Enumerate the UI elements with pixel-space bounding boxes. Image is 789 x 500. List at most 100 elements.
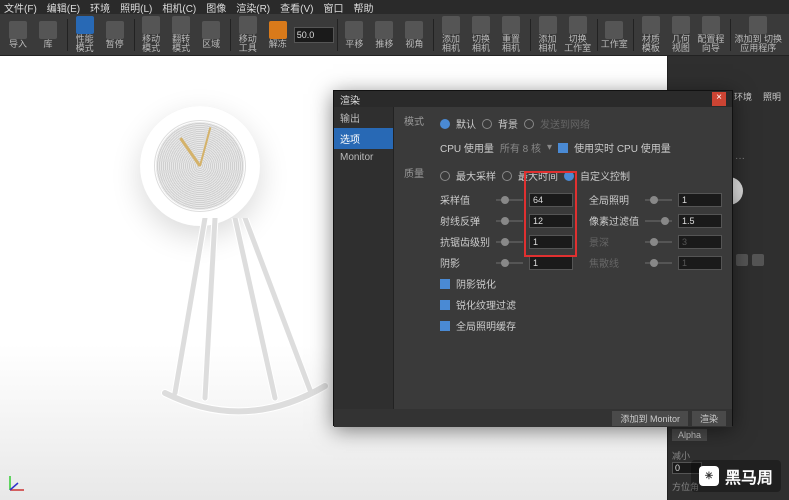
watermark-text: 黑马周 <box>725 464 773 488</box>
radio-max-sample-label: 最大采样 <box>456 168 496 183</box>
menu-image[interactable]: 图像 <box>206 0 226 15</box>
clock-model <box>140 106 260 226</box>
rb-label: 射线反弹 <box>440 213 490 228</box>
tool-geom-view[interactable]: 几何 视图 <box>667 15 695 55</box>
hdri-btn-5[interactable] <box>736 254 748 266</box>
render-dialog: 渲染 × 输出 选项 Monitor 模式 默认 背景 发送到网络 CPU 使用… <box>333 90 733 426</box>
cpu-cores-label: 所有 8 核 <box>500 140 541 155</box>
hdri-btn-6[interactable] <box>752 254 764 266</box>
cb-gi-cache-label: 全局照明缓存 <box>456 318 516 333</box>
shadow-input[interactable] <box>529 256 573 270</box>
radio-custom-label: 自定义控制 <box>580 168 630 183</box>
caustics-label: 焦散线 <box>589 255 639 270</box>
menu-render[interactable]: 渲染(R) <box>236 0 270 15</box>
tool-dolly[interactable]: 推移 <box>370 15 398 55</box>
radio-default[interactable] <box>440 119 450 129</box>
tool-config-wizard[interactable]: 配置程 向导 <box>697 15 725 55</box>
gi-slider[interactable] <box>645 199 672 201</box>
tool-add-camera[interactable]: 添加 相机 <box>437 15 465 55</box>
dialog-titlebar[interactable]: 渲染 × <box>334 91 732 107</box>
ao-slider[interactable] <box>496 241 523 243</box>
tool-reset-camera[interactable]: 重置 相机 <box>497 15 525 55</box>
menu-light[interactable]: 照明(L) <box>120 0 152 15</box>
dof-input[interactable] <box>678 235 722 249</box>
dlg-tab-monitor[interactable]: Monitor <box>334 149 393 166</box>
wechat-icon: ✳ <box>699 466 719 486</box>
mode-label: 模式 <box>404 113 434 128</box>
dlg-tab-output[interactable]: 输出 <box>334 107 393 128</box>
ps-slider[interactable] <box>645 220 672 222</box>
tool-flip-mode[interactable]: 翻转 模式 <box>167 15 195 55</box>
add-to-monitor-button[interactable]: 添加到 Monitor <box>612 411 688 426</box>
tool-add-app[interactable]: 添加到 切换应用程序 <box>734 15 783 55</box>
rtab2-light[interactable]: 照明 <box>763 90 781 103</box>
tool-import[interactable]: 导入 <box>4 15 32 55</box>
tool-add-camera2[interactable]: 添加 相机 <box>534 15 562 55</box>
sample-slider[interactable] <box>496 199 523 201</box>
axis-gizmo[interactable] <box>6 472 28 494</box>
focal-spinner[interactable] <box>294 27 334 43</box>
tool-pan[interactable]: 平移 <box>340 15 368 55</box>
gi-input[interactable] <box>678 193 722 207</box>
caustics-slider[interactable] <box>645 262 672 264</box>
tool-switch-camera[interactable]: 切换 相机 <box>467 15 495 55</box>
menu-window[interactable]: 窗口 <box>323 0 343 15</box>
main-toolbar: 导入 库 性能 模式 暂停 移动 模式 翻转 模式 区域 移动 工具 解冻 平移… <box>0 14 789 56</box>
radio-send-label: 发送到网络 <box>540 116 590 131</box>
tool-studio[interactable]: 工作室 <box>600 15 628 55</box>
cb-shadow-sharp[interactable] <box>440 279 450 289</box>
cb-realtime-cpu[interactable] <box>558 143 568 153</box>
gi-label: 全局照明 <box>589 192 639 207</box>
cb-realtime-label: 使用实时 CPU 使用量 <box>574 140 671 155</box>
ps-label: 像素过滤值 <box>589 213 639 228</box>
sample-label: 采样值 <box>440 192 490 207</box>
quality-label: 质量 <box>404 165 434 180</box>
tool-library[interactable]: 库 <box>34 15 62 55</box>
radio-bg-label: 背景 <box>498 116 518 131</box>
tool-unfreeze[interactable]: 解冻 <box>264 15 292 55</box>
radio-background[interactable] <box>482 119 492 129</box>
ps-input[interactable] <box>678 214 722 228</box>
tool-move-mode[interactable]: 移动 模式 <box>137 15 165 55</box>
tool-move[interactable]: 移动 工具 <box>234 15 262 55</box>
dialog-sidebar: 输出 选项 Monitor <box>334 107 394 409</box>
dlg-tab-options[interactable]: 选项 <box>334 128 393 149</box>
radio-max-time[interactable] <box>502 171 512 181</box>
highlight-box <box>524 171 577 257</box>
tool-perspective[interactable]: 视角 <box>400 15 428 55</box>
menu-help[interactable]: 帮助 <box>353 0 373 15</box>
menu-camera[interactable]: 相机(C) <box>162 0 196 15</box>
tool-mat-template[interactable]: 材质 模板 <box>637 15 665 55</box>
menu-env[interactable]: 环境 <box>90 0 110 15</box>
rtab2-env[interactable]: 环境 <box>734 90 752 103</box>
cb-texture-filter-label: 锐化纹理过滤 <box>456 297 516 312</box>
tool-region[interactable]: 区域 <box>197 15 225 55</box>
menu-view[interactable]: 查看(V) <box>280 0 313 15</box>
tool-pause[interactable]: 性能 模式 <box>71 15 99 55</box>
dof-label: 景深 <box>589 234 639 249</box>
ao-label: 抗锯齿级别 <box>440 234 490 249</box>
dialog-footer: 添加到 Monitor 渲染 <box>334 409 732 427</box>
caustics-input[interactable] <box>678 256 722 270</box>
alpha-button[interactable]: Alpha <box>672 429 707 441</box>
cb-gi-cache[interactable] <box>440 321 450 331</box>
tool-switch-studio[interactable]: 切换 工作室 <box>564 15 592 55</box>
radio-default-label: 默认 <box>456 116 476 131</box>
render-button[interactable]: 渲染 <box>692 411 726 426</box>
cb-texture-filter[interactable] <box>440 300 450 310</box>
radio-send[interactable] <box>524 119 534 129</box>
shadow-label: 阴影 <box>440 255 490 270</box>
cpu-usage-label: CPU 使用量 <box>440 140 494 155</box>
dof-slider[interactable] <box>645 241 672 243</box>
rb-slider[interactable] <box>496 220 523 222</box>
menu-edit[interactable]: 编辑(E) <box>47 0 80 15</box>
cb-shadow-sharp-label: 阴影锐化 <box>456 276 496 291</box>
main-menubar: 文件(F) 编辑(E) 环境 照明(L) 相机(C) 图像 渲染(R) 查看(V… <box>0 0 789 14</box>
tool-pause2[interactable]: 暂停 <box>101 15 129 55</box>
radio-max-sample[interactable] <box>440 171 450 181</box>
watermark: ✳ 黑马周 <box>691 460 781 492</box>
dialog-title-text: 渲染 <box>340 92 360 106</box>
shadow-slider[interactable] <box>496 262 523 264</box>
dialog-close-button[interactable]: × <box>712 92 726 106</box>
menu-file[interactable]: 文件(F) <box>4 0 37 15</box>
